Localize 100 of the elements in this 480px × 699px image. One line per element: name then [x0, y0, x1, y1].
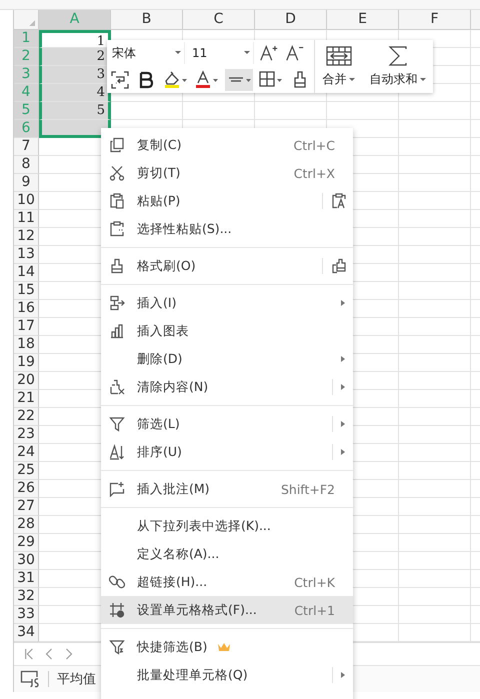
table-cell [399, 174, 471, 192]
macro-icon[interactable] [20, 670, 40, 688]
font-size-dropdown[interactable]: 11 [189, 42, 254, 64]
column-header[interactable]: F [399, 10, 471, 30]
sort-icon [109, 444, 125, 460]
row-header[interactable]: 10 [14, 192, 39, 210]
menu-item[interactable]: 排序(U) [101, 438, 353, 466]
wrap-text-icon[interactable] [109, 68, 131, 90]
filter-lightning-icon [109, 639, 125, 655]
row-header[interactable]: 12 [14, 228, 39, 246]
row-header[interactable]: 24 [14, 444, 39, 462]
row-header[interactable]: 23 [14, 426, 39, 444]
table-cell [399, 570, 471, 588]
row-header[interactable]: 13 [14, 246, 39, 264]
row-header[interactable]: 17 [14, 318, 39, 336]
menu-item[interactable]: 从下拉列表中选择(K)... [101, 512, 353, 540]
row-header[interactable]: 31 [14, 570, 39, 588]
table-cell [39, 120, 111, 138]
menu-item[interactable]: 清除内容(N) [101, 373, 353, 401]
table-cell [399, 156, 471, 174]
caret-icon [348, 78, 354, 82]
table-cell [327, 102, 399, 120]
table-cell [399, 588, 471, 606]
row-header[interactable]: 29 [14, 534, 39, 552]
insert-rows-icon [109, 295, 125, 311]
table-cell [399, 354, 471, 372]
row-header[interactable]: 22 [14, 408, 39, 426]
merge-button[interactable]: 合并 [320, 43, 358, 90]
row-header[interactable]: 16 [14, 300, 39, 318]
row-header[interactable]: 34 [14, 624, 39, 642]
row-header[interactable]: 19 [14, 354, 39, 372]
shortcut-label: Ctrl+K [294, 574, 335, 590]
row-header[interactable]: 14 [14, 264, 39, 282]
shortcut-label: Ctrl+C [294, 138, 335, 152]
table-cell [399, 210, 471, 228]
bar-chart-icon [109, 323, 125, 339]
row-header[interactable]: 8 [14, 156, 39, 174]
column-header[interactable]: D [255, 10, 327, 30]
font-color-icon[interactable] [193, 68, 221, 90]
clipboard-icon [109, 221, 125, 237]
menu-item[interactable]: 筛选(L) [101, 410, 353, 438]
table-cell [399, 192, 471, 210]
first-sheet-icon[interactable] [24, 647, 34, 661]
submenu-arrow-icon [341, 384, 345, 390]
table-cell [399, 516, 471, 534]
menu-item[interactable]: 选择性粘贴(S)... [101, 215, 353, 243]
table-cell [399, 606, 471, 624]
submenu-arrow-icon [341, 672, 345, 678]
row-header[interactable]: 30 [14, 552, 39, 570]
caret-icon [244, 51, 250, 55]
table-cell [399, 372, 471, 390]
row-header[interactable]: 27 [14, 498, 39, 516]
row-header[interactable]: 33 [14, 606, 39, 624]
previous-sheet-icon[interactable] [44, 647, 54, 661]
menu-item[interactable]: 快捷筛选(B) [101, 633, 353, 661]
row-header[interactable]: 28 [14, 516, 39, 534]
menu-item[interactable]: 插入图表 [101, 317, 353, 345]
menu-item[interactable]: 剪切(T) Ctrl+X [101, 159, 353, 187]
submenu-arrow-icon [341, 356, 345, 362]
row-header[interactable]: 18 [14, 336, 39, 354]
caret-icon [420, 78, 426, 82]
row-header[interactable]: 11 [14, 210, 39, 228]
table-cell [399, 462, 471, 480]
next-sheet-icon[interactable] [64, 647, 74, 661]
align-icon[interactable] [225, 68, 253, 90]
row-header[interactable]: 9 [14, 174, 39, 192]
shortcut-label: Ctrl+1 [294, 602, 335, 618]
menu-item[interactable]: 设置单元格格式(F)... Ctrl+1 [101, 596, 353, 624]
table-cell: 5 [39, 102, 111, 120]
row-header[interactable]: 32 [14, 588, 39, 606]
font-name-dropdown[interactable]: 宋体 [109, 42, 185, 64]
table-cell [399, 264, 471, 282]
column-header[interactable]: B [111, 10, 183, 30]
menu-item[interactable]: 插入(I) [101, 289, 353, 317]
row-header[interactable]: 21 [14, 390, 39, 408]
scissors-icon [109, 165, 125, 181]
menu-item[interactable]: 粘贴(P) [101, 187, 353, 215]
menu-item[interactable]: 复制(C) Ctrl+C [101, 131, 353, 159]
row-header[interactable]: 15 [14, 282, 39, 300]
column-header[interactable]: C [183, 10, 255, 30]
link-icon [109, 574, 125, 590]
row-header[interactable]: 7 [14, 138, 39, 156]
shortcut-label: Ctrl+X [294, 166, 335, 180]
row-header[interactable]: 25 [14, 462, 39, 480]
row-header[interactable]: 20 [14, 372, 39, 390]
merge-cells-icon [324, 45, 352, 67]
table-cell [399, 408, 471, 426]
menu-item[interactable]: 插入批注(M) Shift+F2 [101, 475, 353, 503]
menu-item[interactable]: 格式刷(O) [101, 252, 353, 280]
submenu-arrow-icon [341, 421, 345, 427]
table-cell [399, 480, 471, 498]
menu-item[interactable]: 删除(D) [101, 345, 353, 373]
autosum-button[interactable]: 自动求和 [366, 43, 428, 90]
submenu-arrow-icon [341, 300, 345, 306]
copy-icon [109, 137, 125, 153]
column-header[interactable]: E [327, 10, 399, 30]
row-header[interactable]: 26 [14, 480, 39, 498]
menu-item[interactable]: 超链接(H)... Ctrl+K [101, 568, 353, 596]
menu-item[interactable]: 批量处理单元格(Q) [101, 661, 353, 689]
menu-item[interactable]: 定义名称(A)... [101, 540, 353, 568]
